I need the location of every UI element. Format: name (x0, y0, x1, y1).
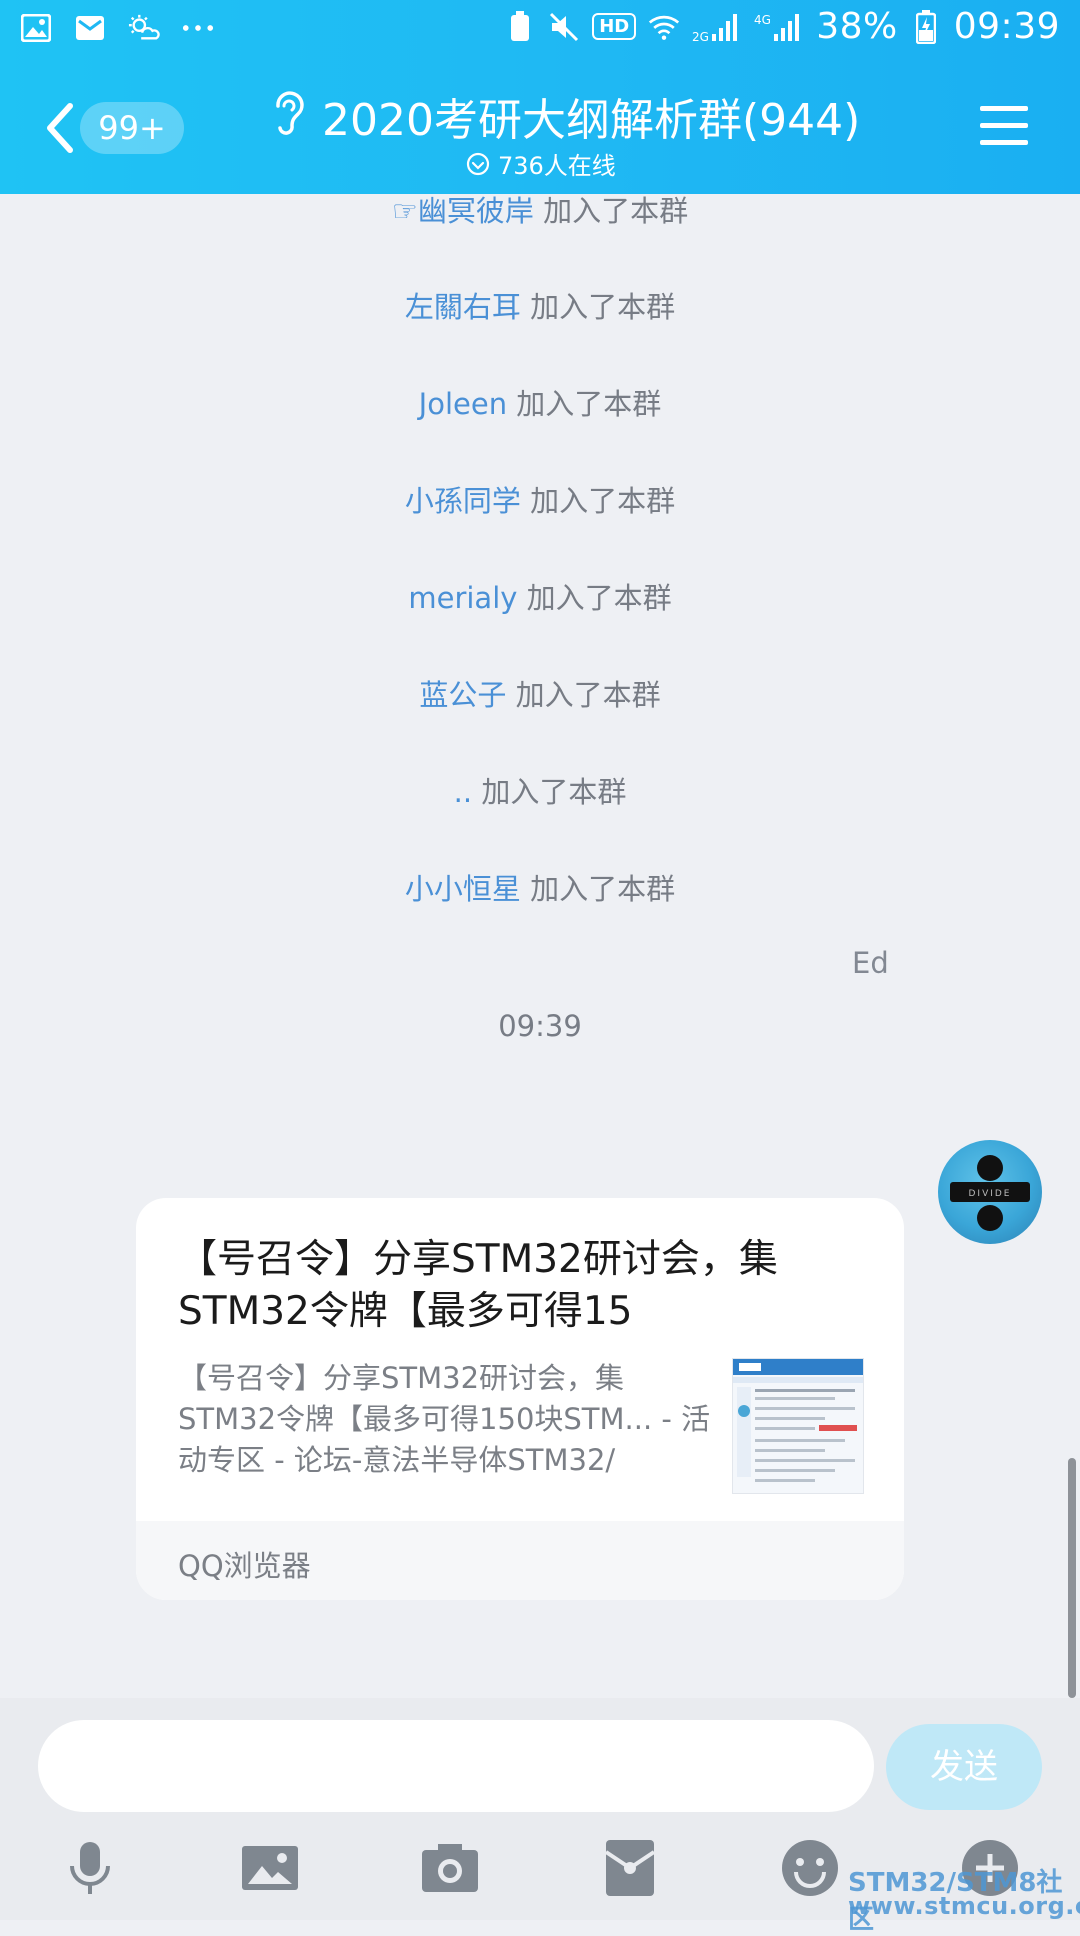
hd-voice-badge: HD (592, 13, 637, 40)
card-description: 【号召令】分享STM32研讨会，集STM32令牌【最多可得150块STM... … (178, 1361, 711, 1477)
system-message-text: 加入了本群 (520, 484, 676, 518)
system-message-text: 加入了本群 (507, 387, 662, 421)
svg-text:2G: 2G (692, 30, 709, 42)
red-packet-button[interactable] (600, 1838, 660, 1898)
member-name-link[interactable]: 小孫同学 (405, 484, 521, 518)
system-message-text: 加入了本群 (533, 194, 689, 228)
card-source-bar: QQ浏览器 (136, 1521, 904, 1600)
battery-percent: 38% (816, 6, 898, 47)
system-message-text: 加入了本群 (506, 678, 661, 712)
avatar[interactable]: DIVIDE (938, 1140, 1042, 1244)
member-name-link[interactable]: 蓝公子 (419, 678, 506, 712)
card-title: 【号召令】分享STM32研讨会，集STM32令牌【最多可得15 (178, 1237, 778, 1334)
message-timestamp: 09:39 (498, 1009, 582, 1043)
system-join-message: 小小恒星 加入了本群 (0, 866, 1080, 908)
online-check-icon (466, 152, 490, 175)
mail-notification-icon (74, 12, 106, 44)
member-name-link[interactable]: .. (454, 775, 472, 809)
message-input[interactable] (38, 1720, 874, 1812)
data-saver-icon (504, 10, 536, 43)
system-join-message: 左關右耳 加入了本群 (0, 284, 1080, 326)
member-name-link[interactable]: 小小恒星 (405, 872, 521, 906)
system-join-message: Joleen 加入了本群 (0, 381, 1080, 423)
system-join-message: ☞幽冥彼岸 加入了本群 (0, 188, 1080, 230)
group-title[interactable]: 2020考研大纲解析群(944) (322, 84, 860, 148)
image-button[interactable] (240, 1838, 300, 1898)
microphone-icon (70, 1842, 110, 1894)
clock: 09:39 (953, 6, 1060, 47)
online-count[interactable]: 736人在线 (466, 146, 616, 181)
sender-name: Ed (852, 946, 889, 980)
member-name-link[interactable]: merialy (408, 581, 517, 615)
scrollbar[interactable] (1068, 1458, 1076, 1698)
system-join-message: 小孫同学 加入了本群 (0, 478, 1080, 520)
back-button[interactable] (40, 100, 80, 156)
more-notifications-icon (182, 12, 214, 44)
shared-link-card[interactable]: 【号召令】分享STM32研讨会，集STM32令牌【最多可得15 【号召令】分享S… (136, 1198, 904, 1600)
status-bar: HD 2G 4G 38% 09:39 (0, 0, 1080, 64)
gallery-notification-icon (20, 12, 52, 44)
system-message-text: 加入了本群 (472, 775, 627, 809)
system-message-text: 加入了本群 (520, 872, 676, 906)
svg-text:4G: 4G (754, 13, 771, 27)
system-join-message: 蓝公子 加入了本群 (0, 672, 1080, 714)
status-left-icons (20, 12, 214, 44)
svg-text:DIVIDE: DIVIDE (968, 1189, 1011, 1199)
voice-button[interactable] (60, 1838, 120, 1898)
mute-icon (548, 11, 580, 43)
system-join-message: .. 加入了本群 (0, 769, 1080, 811)
status-right-icons: HD 2G 4G 38% 09:39 (504, 6, 1060, 47)
camera-icon (422, 1844, 478, 1892)
member-name-link[interactable]: ☞幽冥彼岸 (392, 194, 534, 228)
unread-count-badge[interactable]: 99+ (80, 102, 184, 154)
signal-4g-icon: 4G (754, 11, 804, 43)
online-count-text: 736人在线 (498, 152, 616, 180)
system-message-text: 加入了本群 (517, 581, 672, 615)
watermark-url: www.stmcu.org.cn (848, 1892, 1080, 1920)
member-name-link[interactable]: 左關右耳 (405, 290, 521, 324)
send-button[interactable]: 发送 (886, 1724, 1042, 1810)
emoji-button[interactable] (780, 1838, 840, 1898)
wifi-icon (648, 11, 680, 43)
camera-button[interactable] (420, 1838, 480, 1898)
system-join-message: merialy 加入了本群 (0, 575, 1080, 617)
red-packet-icon (604, 1840, 656, 1896)
smiley-icon (782, 1840, 838, 1896)
earpiece-mode-icon[interactable] (268, 88, 308, 136)
chat-header: HD 2G 4G 38% 09:39 99+ 2020考研大纲解析群(944) … (0, 0, 1080, 194)
weather-notification-icon (128, 12, 160, 44)
card-thumbnail (732, 1358, 864, 1494)
signal-2g-icon: 2G (692, 11, 742, 43)
member-name-link[interactable]: Joleen (419, 387, 507, 421)
battery-charging-icon (910, 9, 942, 44)
system-message-text: 加入了本群 (520, 290, 676, 324)
image-icon (242, 1846, 298, 1890)
card-source: QQ浏览器 (178, 1549, 311, 1583)
group-menu-button[interactable] (980, 104, 1028, 148)
